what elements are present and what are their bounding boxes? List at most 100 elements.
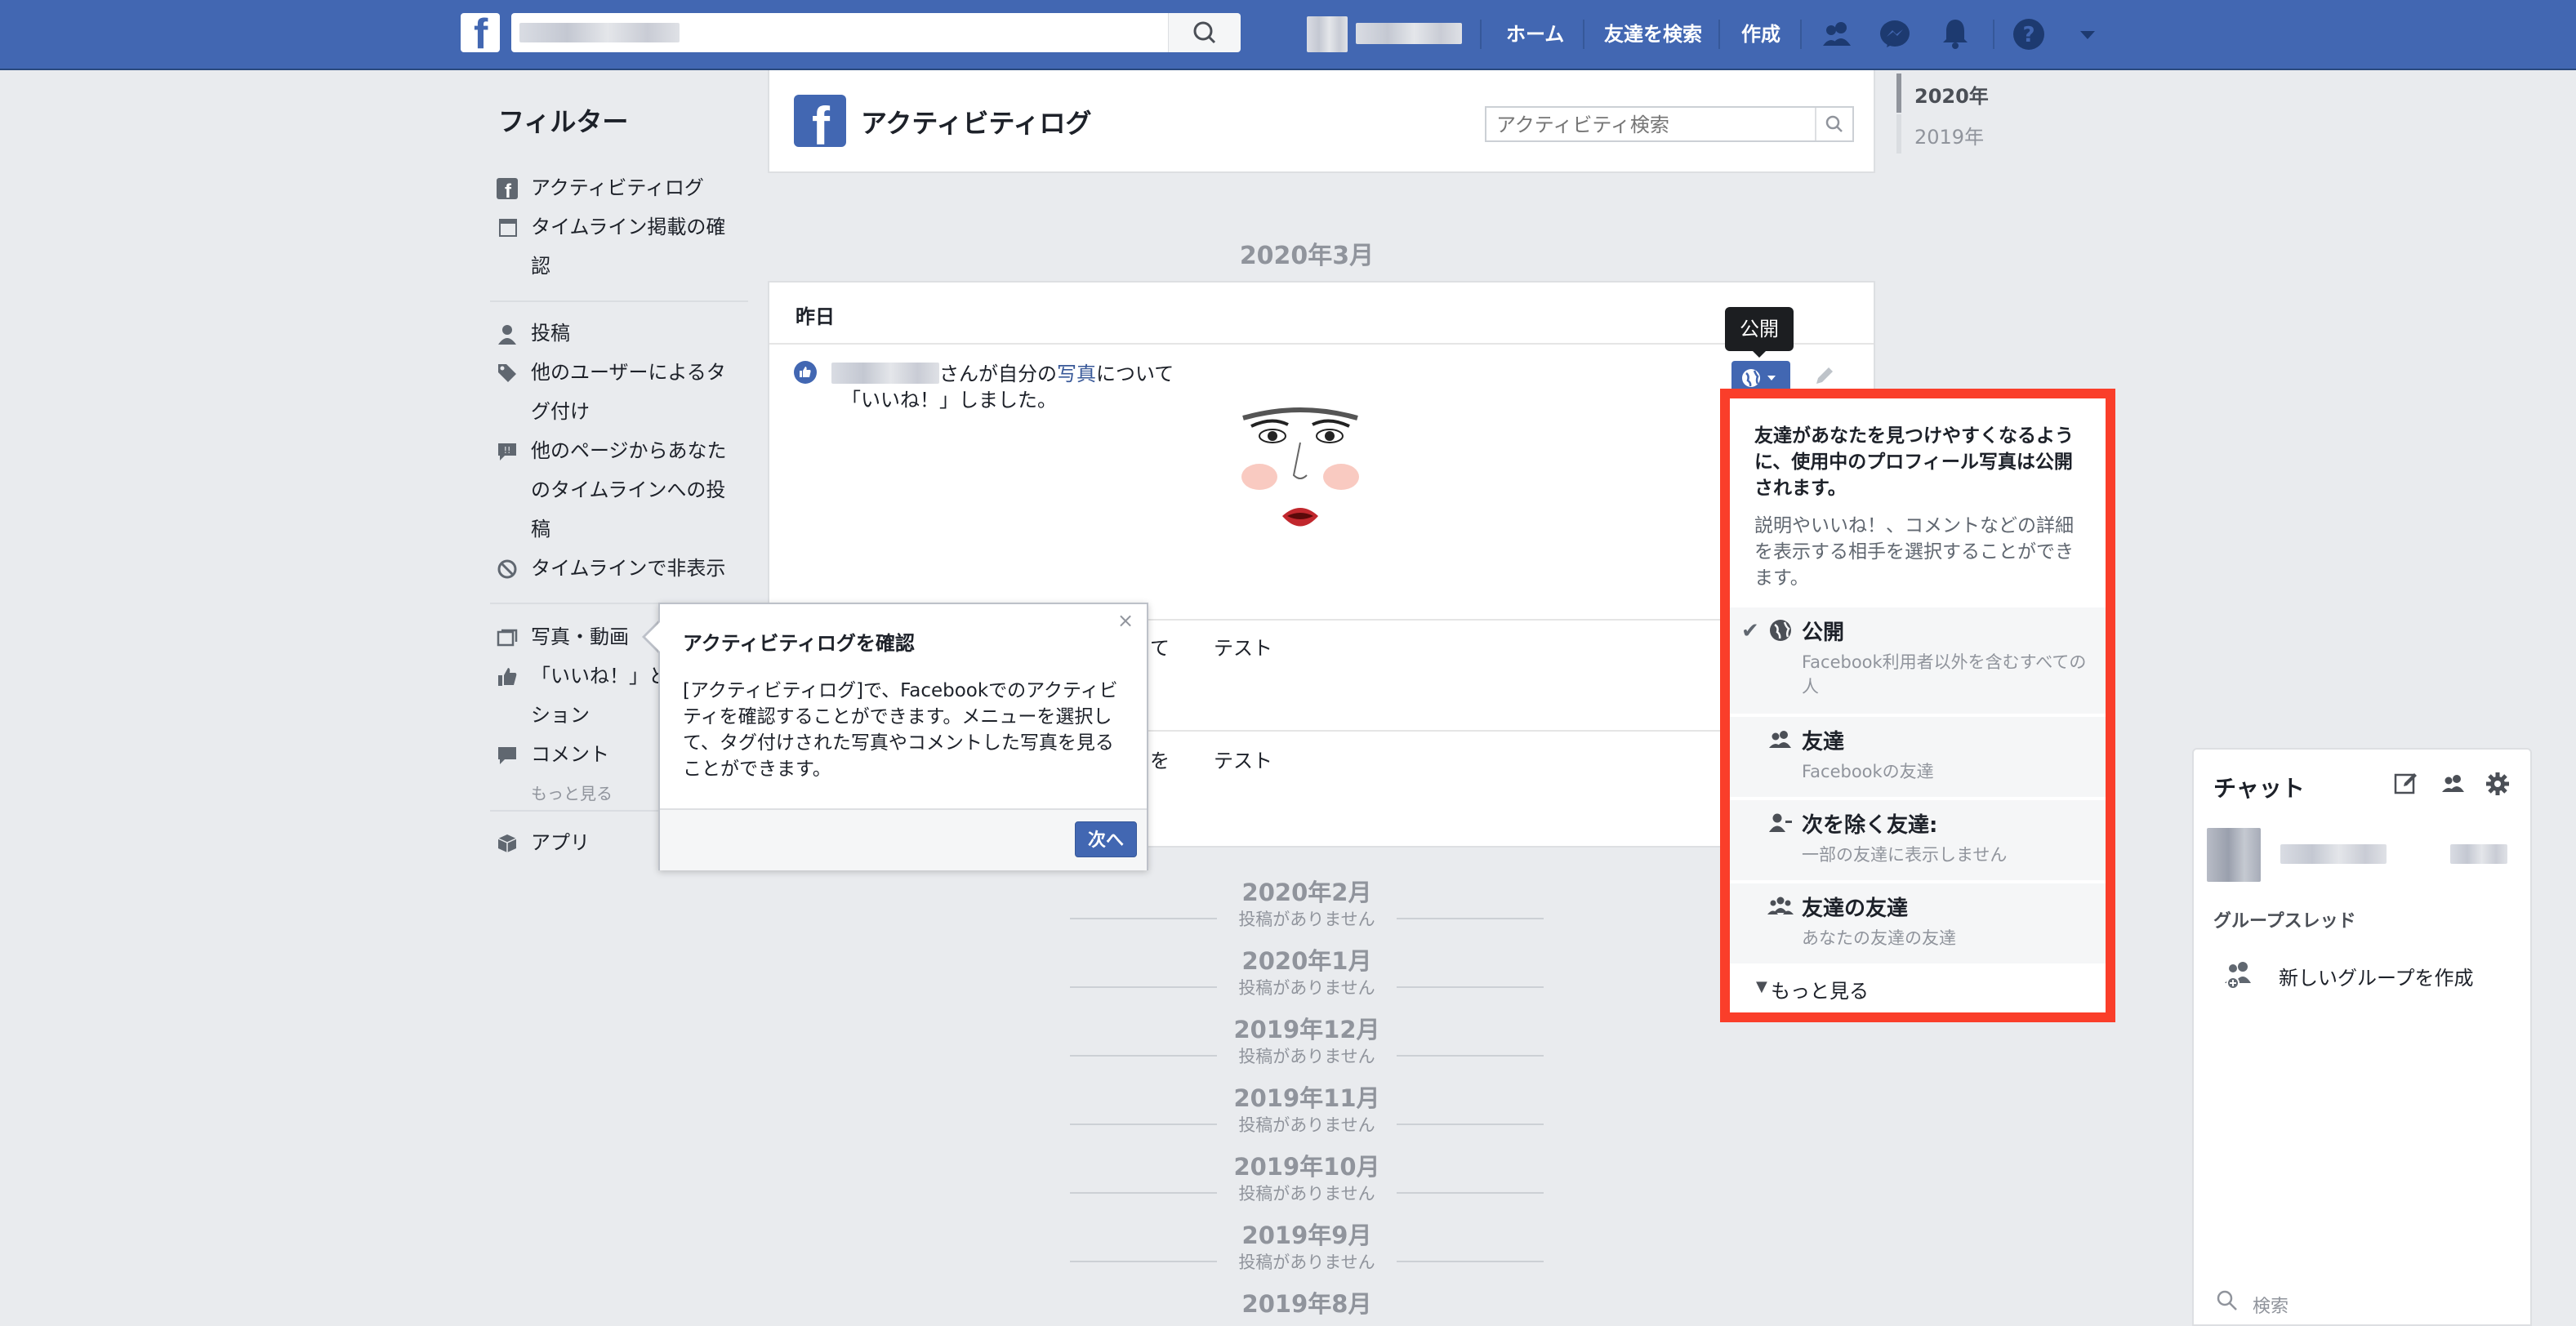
month-label[interactable]: 2019年8月 [1070, 1285, 1544, 1319]
activity-text: さんが自分の写真について [939, 358, 1174, 386]
sidebar-item-label: タイムライン掲載の確 認 [531, 216, 726, 278]
privacy-option-desc: 一部の友達に表示しません [1802, 845, 2008, 865]
globe-icon [1767, 617, 1794, 643]
svg-text:?: ? [2022, 23, 2035, 47]
privacy-option-title: 友達の友達 [1802, 897, 1909, 921]
privacy-option-public[interactable]: ✔ 公開 Facebook利用者以外を含むすべての人 [1730, 607, 2106, 714]
friends-except-icon [1767, 810, 1794, 836]
friends-of-friends-icon [1767, 893, 1794, 919]
month-label[interactable]: 2019年11月 [1070, 1079, 1544, 1114]
search-button[interactable] [1168, 13, 1241, 52]
gear-icon[interactable] [2485, 771, 2511, 803]
chat-search-input[interactable]: 検索 [2253, 1292, 2289, 1318]
nav-create-link[interactable]: 作成 [1741, 18, 1780, 47]
liked-photo-thumbnail[interactable] [1227, 385, 1374, 565]
group-threads-heading: グループスレッド [2213, 911, 2356, 932]
sidebar-item-label: 投稿 [531, 322, 570, 345]
chevron-down-icon: ▼ [1756, 978, 1767, 995]
month-label[interactable]: 2019年9月 [1070, 1217, 1544, 1251]
facebook-logo-icon[interactable]: f [461, 11, 500, 58]
month-label[interactable]: 2020年2月 [1070, 874, 1544, 908]
create-group-icon [2223, 957, 2256, 996]
photo-link[interactable]: 写真 [1057, 363, 1096, 385]
like-icon [497, 666, 518, 687]
tag-icon [497, 363, 518, 384]
messenger-icon[interactable] [1875, 15, 1914, 54]
nav-find-friends-link[interactable]: 友達を検索 [1604, 18, 1702, 47]
speech-bubble-icon: !! [497, 441, 518, 462]
contact-name-redacted[interactable] [2280, 844, 2387, 864]
nav-divider [1718, 20, 1720, 49]
activity-text-part: について [1096, 363, 1174, 385]
nav-divider [1993, 20, 1994, 49]
activity-label: テスト [1214, 637, 1272, 660]
search-icon [2215, 1288, 2240, 1319]
new-group-icon[interactable] [2440, 771, 2467, 803]
privacy-dropdown-menu: 友達があなたを見つけやすくなるように、使用中のプロフィール写真は公開されます。 … [1720, 389, 2115, 1022]
global-search-input[interactable] [511, 13, 1240, 52]
sidebar-item-label: 他のユーザーによるタ グ付け [531, 361, 726, 423]
month-label[interactable]: 2019年10月 [1070, 1148, 1544, 1182]
account-menu-arrow-icon[interactable] [2068, 15, 2107, 54]
help-icon[interactable]: ? [2009, 15, 2048, 54]
activity-text-fragment: て [1150, 637, 1170, 660]
chat-title: チャット [2213, 775, 2305, 802]
like-icon [794, 361, 817, 384]
month-label[interactable]: 2020年1月 [1070, 942, 1544, 977]
month-heading: 2020年3月 [1239, 242, 1375, 270]
activity-search-input[interactable] [1496, 113, 1798, 137]
privacy-option-friends-except[interactable]: 次を除く友達: 一部の友達に表示しません [1730, 800, 2106, 880]
tooltip-arrow [1751, 349, 1767, 358]
privacy-more-options[interactable]: もっと見る [1771, 975, 1869, 1003]
new-message-icon[interactable] [2393, 771, 2419, 803]
privacy-option-friends-of-friends[interactable]: 友達の友達 あなたの友達の友達 [1730, 883, 2106, 963]
next-button[interactable]: 次へ [1075, 821, 1137, 857]
no-posts-note: 投稿がありません [1217, 975, 1397, 998]
timeline-review-icon [497, 217, 518, 238]
nav-divider [1480, 20, 1482, 49]
day-heading: 昨日 [796, 305, 835, 328]
comment-icon [497, 745, 518, 766]
avatar[interactable] [2207, 828, 2261, 882]
year-link-2019[interactable]: 2019年 [1914, 121, 1984, 149]
nav-divider [1800, 20, 1802, 49]
nav-divider [1583, 20, 1584, 49]
page-title: アクティビティログ [861, 108, 1092, 139]
avatar[interactable] [1307, 16, 1348, 52]
contact-status-redacted [2450, 844, 2507, 864]
user-name-redacted[interactable] [831, 363, 939, 384]
create-new-group-link[interactable]: 新しいグループを作成 [2279, 962, 2474, 990]
privacy-option-friends[interactable]: 友達 Facebookの友達 [1730, 717, 2106, 797]
search-icon[interactable] [1815, 108, 1852, 140]
no-posts-note: 投稿がありません [1217, 1112, 1397, 1135]
notifications-icon[interactable] [1936, 15, 1975, 54]
svg-text:f: f [505, 180, 512, 199]
privacy-info-heading: 友達があなたを見つけやすくなるように、使用中のプロフィール写真は公開されます。 [1754, 425, 2074, 499]
nav-home-link[interactable]: ホーム [1506, 18, 1564, 47]
close-icon[interactable]: × [1117, 609, 1134, 632]
privacy-info-text: 説明やいいね！、コメントなどの詳細を表示する相手を選択することができます。 [1754, 515, 2074, 589]
search-query-redacted [519, 23, 680, 42]
no-posts-note: 投稿がありません [1217, 1249, 1397, 1272]
sidebar-more-link[interactable]: もっと見る [531, 781, 613, 804]
photos-icon [497, 627, 518, 648]
year-indicator [1896, 114, 1901, 154]
facebook-icon: f [497, 178, 518, 202]
no-posts-note: 投稿がありません [1217, 906, 1397, 929]
activity-text-fragment: を [1150, 750, 1170, 772]
activity-search-field[interactable] [1485, 106, 1854, 142]
profile-name-redacted[interactable] [1356, 23, 1462, 44]
sidebar-item-label: 他のページからあなた のタイムラインへの投 稿 [531, 439, 727, 541]
year-link-2020[interactable]: 2020年 [1914, 80, 1989, 109]
popover-body: [アクティビティログ]で、Facebookでのアクティビティを確認することができ… [683, 680, 1118, 780]
privacy-option-title: 公開 [1802, 621, 1845, 645]
popover-arrow-inner [645, 622, 660, 652]
chat-sidebar: チャット グループスレッド 新しいグループを作成 検索 [2192, 748, 2532, 1326]
filter-title: フィルター [498, 106, 629, 137]
no-posts-note: 投稿がありません [1217, 1181, 1397, 1204]
privacy-option-title: 次を除く友達: [1802, 813, 1938, 838]
sidebar-item-label: アクティビティログ [531, 176, 704, 199]
top-navigation-bar: f ホーム 友達を検索 作成 ? [0, 0, 2576, 70]
month-label[interactable]: 2019年12月 [1070, 1011, 1544, 1045]
friend-requests-icon[interactable] [1818, 15, 1857, 54]
